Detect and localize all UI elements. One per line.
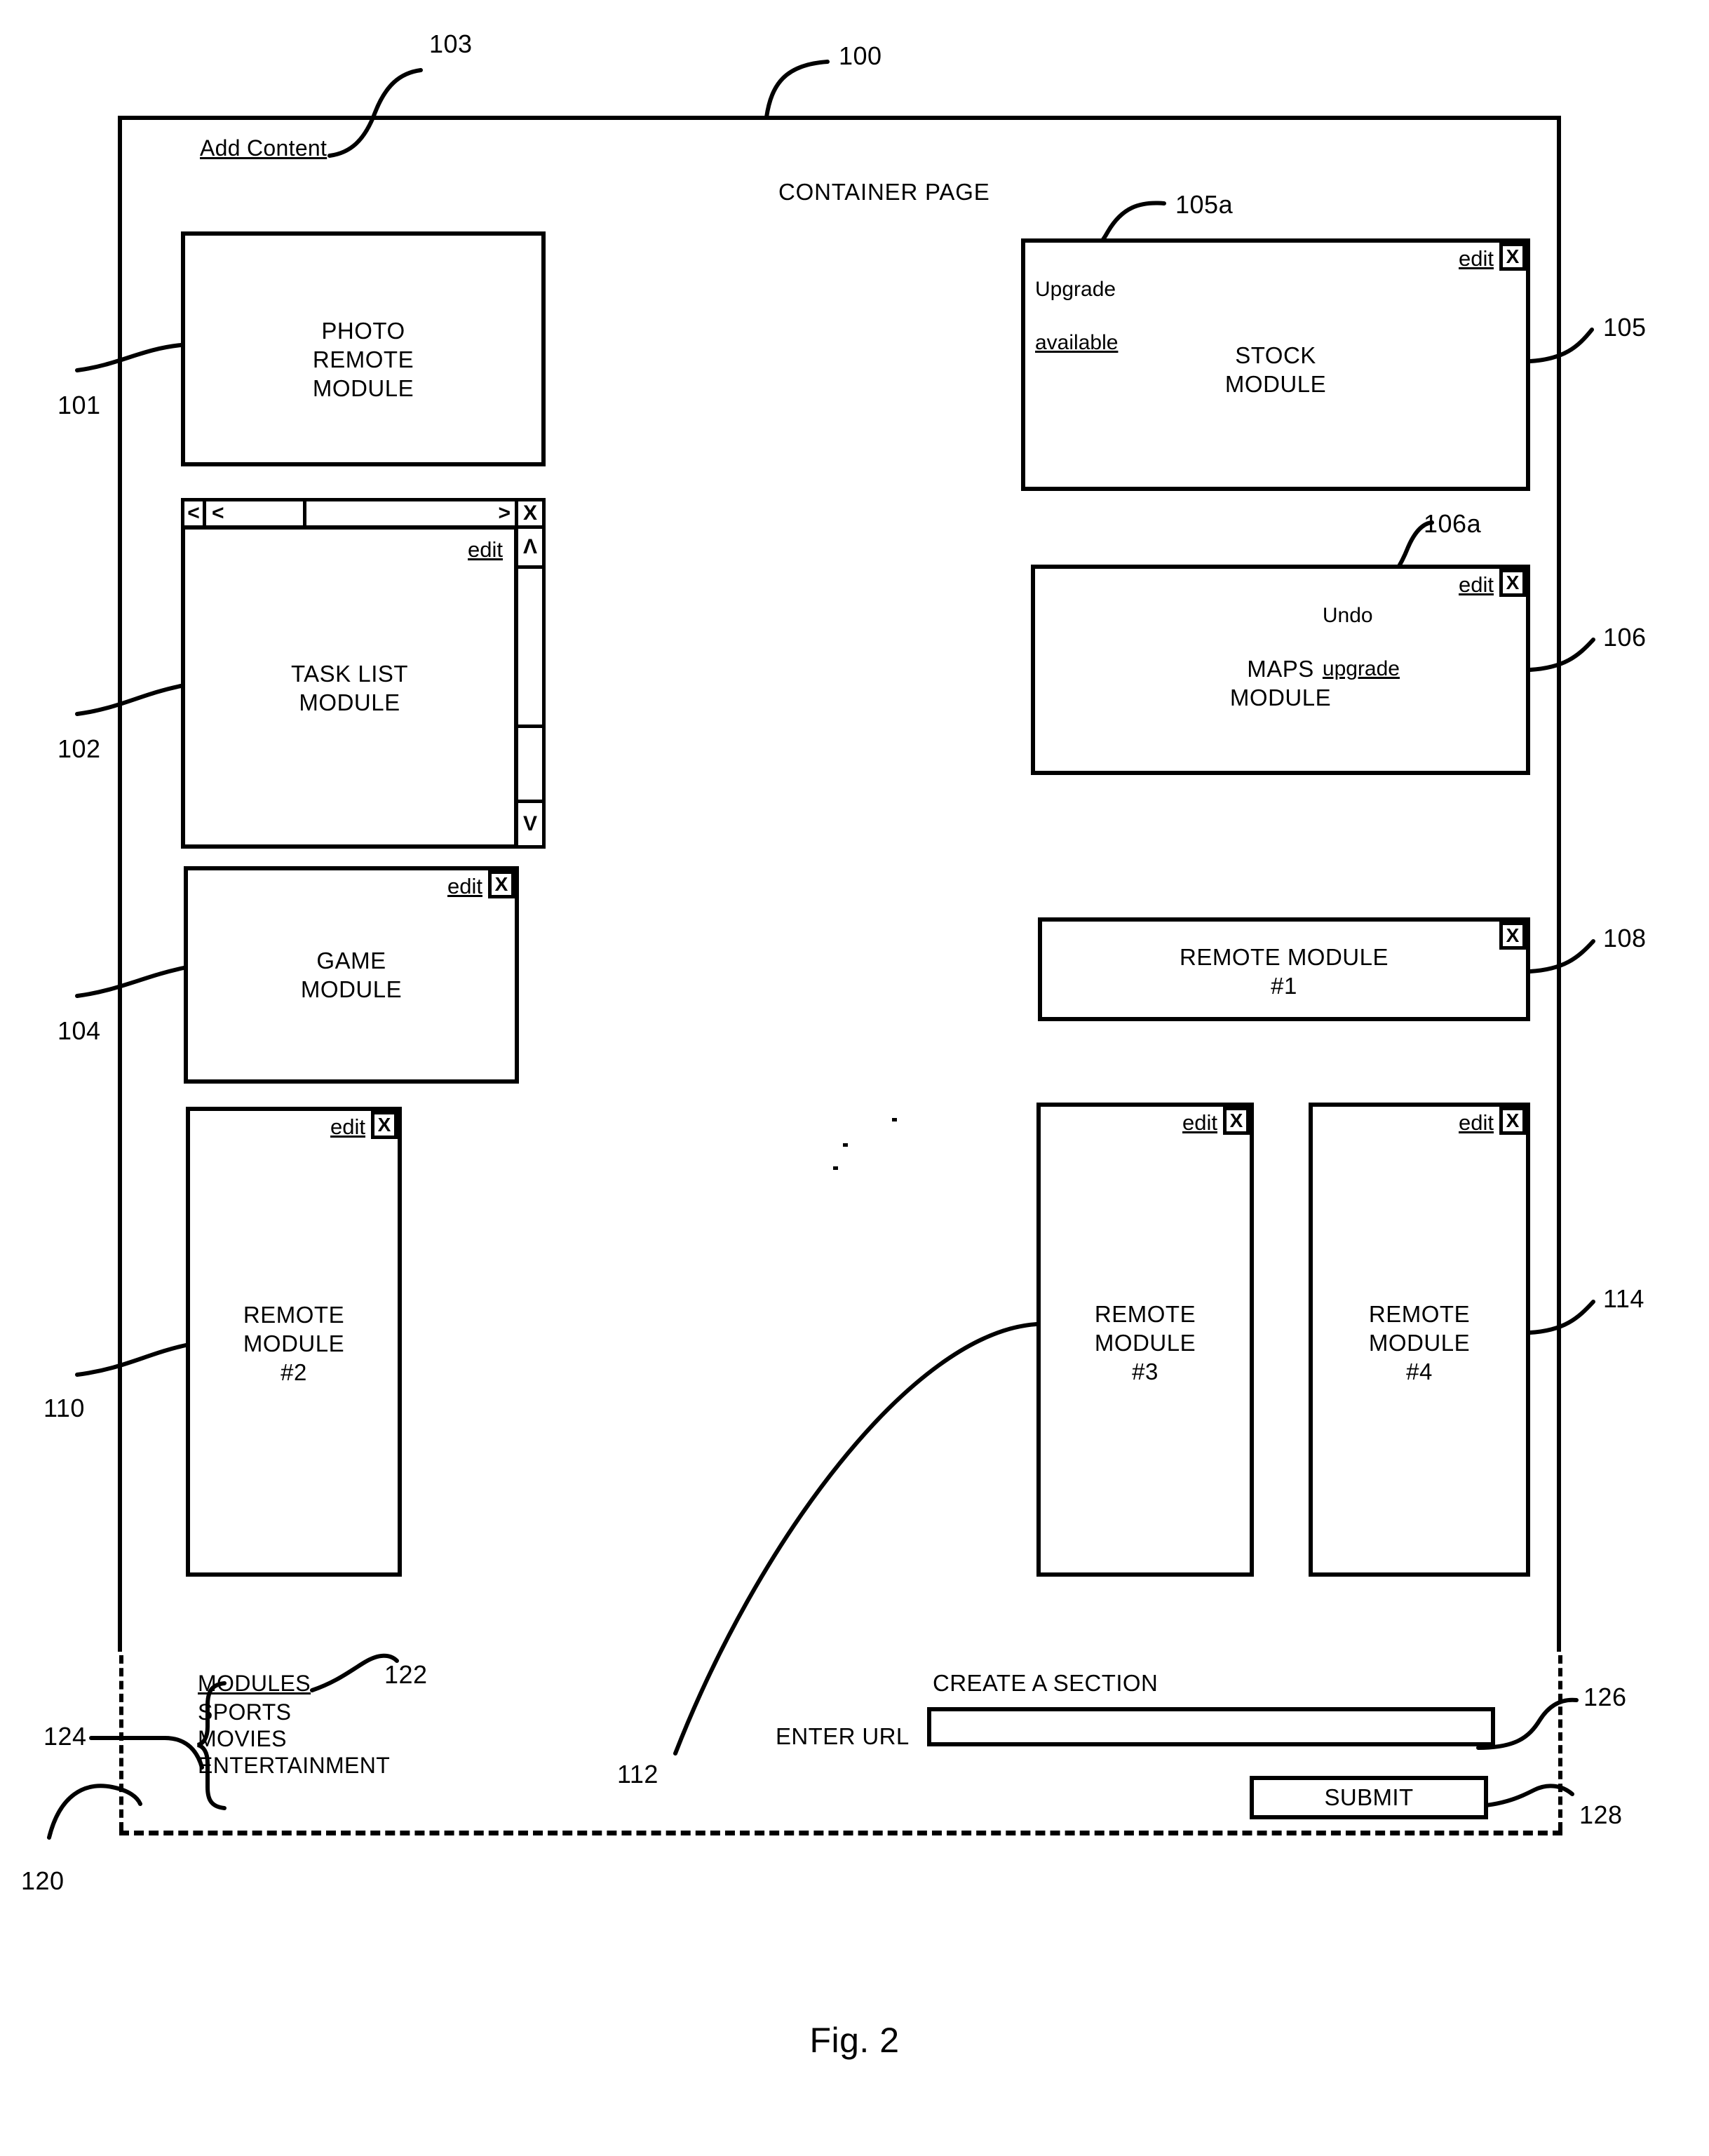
vertical-scroll-thumb[interactable] xyxy=(515,565,546,728)
close-icon[interactable]: X xyxy=(371,1111,398,1139)
ref-104: 104 xyxy=(58,1016,101,1045)
module-controls: edit X xyxy=(330,1111,398,1139)
ref-103: 103 xyxy=(429,29,473,58)
list-item[interactable]: SPORTS xyxy=(198,1699,390,1725)
close-icon[interactable]: X xyxy=(1499,569,1526,597)
add-content-link[interactable]: Add Content xyxy=(200,135,327,161)
ref-100: 100 xyxy=(839,41,882,70)
undo-notice-line1: Undo xyxy=(1322,604,1373,627)
close-icon[interactable]: X xyxy=(1499,1107,1526,1135)
ref-106: 106 xyxy=(1603,623,1647,652)
create-section-title: CREATE A SECTION xyxy=(933,1670,1159,1696)
ref-108: 108 xyxy=(1603,924,1647,952)
horizontal-scroll-thumb[interactable]: < xyxy=(203,498,306,529)
module-controls: edit X xyxy=(1459,243,1526,271)
module-title: GAME MODULE xyxy=(300,948,403,1002)
upgrade-notice-line1: Upgrade xyxy=(1035,278,1116,301)
edit-link[interactable]: edit xyxy=(1459,569,1499,597)
ref-114: 114 xyxy=(1603,1284,1644,1313)
edit-link[interactable]: edit xyxy=(447,870,488,898)
edit-link[interactable]: edit xyxy=(1459,1107,1499,1135)
module-controls: edit X xyxy=(1459,569,1526,597)
ref-126: 126 xyxy=(1583,1683,1627,1711)
ref-102: 102 xyxy=(58,734,101,763)
artifact-dot xyxy=(892,1118,897,1121)
module-title: REMOTE MODULE #2 xyxy=(243,1302,345,1385)
module-task-list[interactable]: < < > X TASK LIST MODULE edit Λ V xyxy=(181,498,546,849)
module-controls: edit X xyxy=(447,870,515,898)
ref-120: 120 xyxy=(21,1866,65,1895)
section-right-dashed-border xyxy=(1558,1655,1562,1831)
section-left-dashed-border xyxy=(119,1655,123,1831)
ref-122: 122 xyxy=(384,1660,428,1689)
module-controls: edit X xyxy=(1182,1107,1250,1135)
horizontal-scroll-track[interactable]: > xyxy=(303,498,518,529)
section-bottom-dashed-border xyxy=(119,1831,1562,1835)
module-title: REMOTE MODULE #4 xyxy=(1368,1301,1471,1384)
ref-105: 105 xyxy=(1603,313,1647,342)
scroll-up-arrow-icon[interactable]: Λ xyxy=(515,525,546,569)
module-remote-4[interactable]: edit X REMOTE MODULE #4 xyxy=(1309,1103,1530,1577)
horizontal-scrollbar[interactable]: < < > X xyxy=(181,498,546,529)
close-icon[interactable]: X xyxy=(1223,1107,1250,1135)
ref-101: 101 xyxy=(58,391,101,419)
edit-link[interactable]: edit xyxy=(468,534,508,562)
modules-list: SPORTS MOVIES ENTERTAINMENT xyxy=(198,1699,390,1779)
close-icon[interactable]: X xyxy=(1499,243,1526,271)
module-title: TASK LIST MODULE xyxy=(290,661,409,715)
edit-link[interactable]: edit xyxy=(1182,1107,1223,1135)
edit-link[interactable]: edit xyxy=(1459,243,1499,271)
close-icon[interactable]: X xyxy=(488,870,515,898)
edit-link[interactable]: edit xyxy=(330,1111,371,1139)
vertical-scroll-track[interactable] xyxy=(515,725,546,803)
module-title: REMOTE MODULE #1 xyxy=(1179,944,1389,999)
module-remote-2[interactable]: edit X REMOTE MODULE #2 xyxy=(186,1107,402,1577)
module-title: MAPS MODULE xyxy=(1229,656,1332,710)
figure-caption: Fig. 2 xyxy=(809,2021,900,2060)
modules-heading[interactable]: MODULES xyxy=(198,1671,311,1696)
artifact-dot xyxy=(843,1143,848,1147)
ref-124: 124 xyxy=(43,1722,87,1751)
module-game[interactable]: edit X GAME MODULE xyxy=(184,866,519,1084)
list-item[interactable]: MOVIES xyxy=(198,1725,390,1752)
submit-button[interactable]: SUBMIT xyxy=(1250,1776,1488,1819)
ref-128: 128 xyxy=(1579,1800,1623,1829)
module-title: STOCK MODULE xyxy=(1224,342,1327,397)
page-title: CONTAINER PAGE xyxy=(778,179,990,205)
close-icon[interactable]: X xyxy=(515,498,546,529)
module-title: PHOTO REMOTE MODULE xyxy=(312,318,414,401)
module-controls: edit X xyxy=(1459,1107,1526,1135)
task-list-body: TASK LIST MODULE edit xyxy=(181,525,518,849)
artifact-dot xyxy=(833,1166,838,1170)
vertical-scrollbar[interactable]: Λ V xyxy=(515,525,546,849)
patent-figure-page: 100 103 101 102 104 110 105a 106a 105 10… xyxy=(0,0,1709,2156)
module-maps[interactable]: edit X Undo upgrade MAPS MODULE xyxy=(1031,565,1530,775)
module-title: REMOTE MODULE #3 xyxy=(1094,1301,1196,1384)
ref-112: 112 xyxy=(617,1760,658,1788)
enter-url-label: ENTER URL xyxy=(776,1723,910,1749)
list-item[interactable]: ENTERTAINMENT xyxy=(198,1752,390,1779)
url-input[interactable] xyxy=(927,1707,1495,1746)
module-stock[interactable]: edit X Upgrade available STOCK MODULE xyxy=(1021,238,1530,491)
module-remote-1[interactable]: X REMOTE MODULE #1 xyxy=(1038,917,1530,1021)
module-remote-3[interactable]: edit X REMOTE MODULE #3 xyxy=(1036,1103,1254,1577)
module-photo-remote[interactable]: PHOTO REMOTE MODULE xyxy=(181,231,546,466)
ref-110: 110 xyxy=(43,1394,85,1422)
scroll-down-arrow-icon[interactable]: V xyxy=(515,800,546,849)
